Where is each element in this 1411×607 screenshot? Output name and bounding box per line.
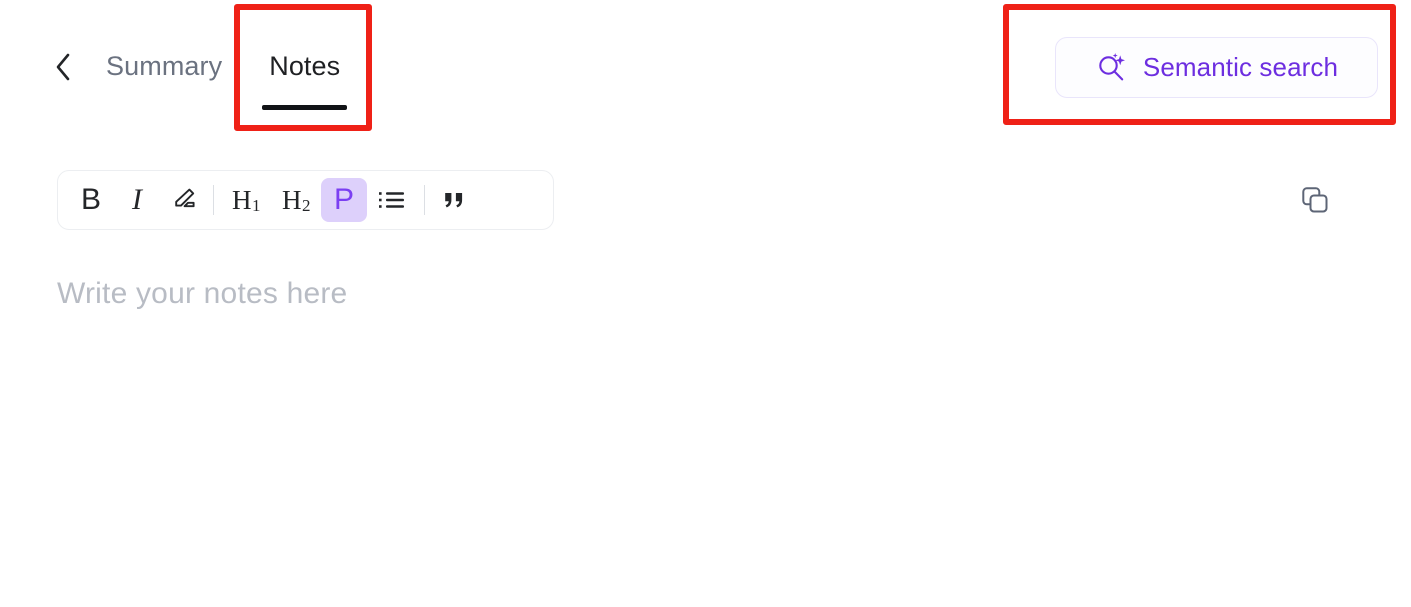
semantic-search-button[interactable]: Semantic search [1055,37,1378,98]
tab-summary[interactable]: Summary [98,46,230,86]
toolbar-divider [213,185,214,215]
tab-summary-label: Summary [106,51,223,81]
heading-2-icon: H2 [282,184,311,215]
heading-1-level: 1 [252,195,261,215]
heading-1-button[interactable]: H1 [221,178,271,222]
semantic-search-label: Semantic search [1142,52,1339,82]
tab-active-underline [262,105,348,110]
bold-button[interactable]: B [68,178,114,222]
italic-button[interactable]: I [114,178,160,222]
tab-bar: Summary Notes [98,46,348,110]
bold-icon: B [80,183,101,216]
toolbar-divider-2 [424,185,425,215]
chevron-left-icon [56,53,70,81]
copy-icon [1302,187,1328,213]
tab-notes-label: Notes [269,51,341,81]
tab-notes[interactable]: Notes [261,46,348,110]
highlight-button[interactable] [160,178,206,222]
italic-icon: I [132,183,142,216]
paragraph-icon: P [333,183,354,216]
heading-2-button[interactable]: H2 [271,178,321,222]
heading-1-icon: H1 [232,184,261,215]
heading-2-level: 2 [302,195,311,215]
copy-button[interactable] [1295,180,1335,220]
formatting-toolbar: B I H1 H2 P [57,170,554,230]
bullet-list-icon [379,192,404,208]
blockquote-button[interactable] [432,178,478,222]
heading-1-letter: H [232,184,252,215]
back-button[interactable] [47,50,79,84]
heading-2-letter: H [282,184,302,215]
paragraph-button[interactable]: P [321,178,367,222]
magnifier-sparkle-icon [1099,52,1125,80]
bullet-list-button[interactable] [367,178,417,222]
highlighter-pen-icon [175,188,195,208]
notes-editor[interactable]: Write your notes here [57,272,1347,572]
blockquote-icon [445,193,463,208]
page-header: Summary Notes Semantic search [0,0,1411,136]
notes-placeholder: Write your notes here [57,277,348,310]
